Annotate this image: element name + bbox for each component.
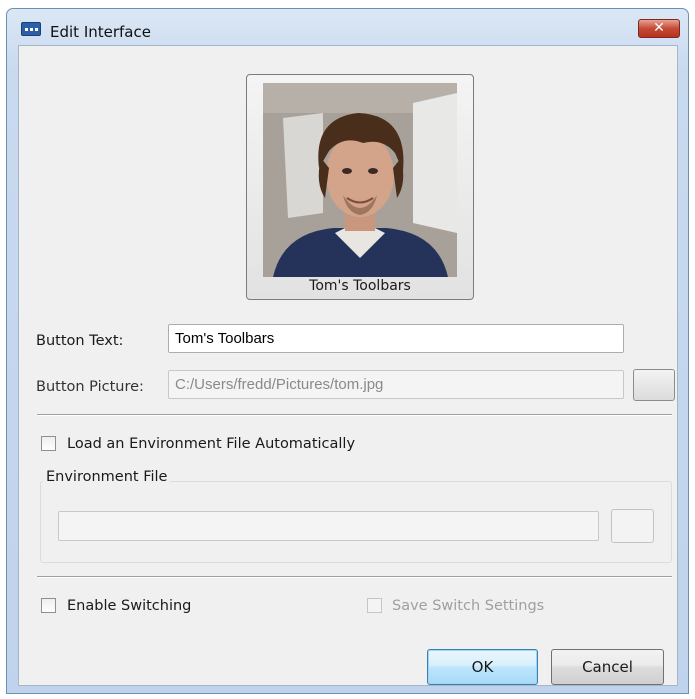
- face-button-label: Tom's Toolbars: [309, 278, 411, 294]
- button-text-label: Button Text:: [36, 333, 124, 349]
- button-picture-path-field: [168, 370, 624, 399]
- separator-bottom: [37, 576, 672, 578]
- load-env-checkbox[interactable]: [41, 436, 56, 451]
- environment-file-group-title: Environment File: [43, 469, 171, 485]
- separator-top: [37, 414, 672, 416]
- save-switch-settings-label: Save Switch Settings: [392, 598, 545, 614]
- save-switch-settings-checkbox: [367, 598, 382, 613]
- window-title: Edit Interface: [50, 23, 151, 41]
- cancel-button[interactable]: Cancel: [551, 649, 664, 685]
- face-button[interactable]: Tom's Toolbars: [246, 74, 474, 300]
- dialog-window: Edit Interface ✕ Tom's Toolbars Button T…: [6, 8, 689, 694]
- ok-button[interactable]: OK: [427, 649, 538, 685]
- close-icon: ✕: [653, 20, 665, 36]
- browse-environment-button: [611, 509, 654, 543]
- avatar-photo: [263, 83, 457, 277]
- title-bar[interactable]: Edit Interface ✕: [7, 9, 688, 41]
- close-button[interactable]: ✕: [638, 19, 680, 38]
- browse-picture-button[interactable]: [633, 369, 675, 401]
- app-icon: [21, 22, 41, 36]
- button-picture-label: Button Picture:: [36, 379, 144, 395]
- dialog-client: Tom's Toolbars Button Text: Button Pictu…: [18, 45, 678, 686]
- environment-file-path-field: [58, 511, 599, 541]
- enable-switching-checkbox[interactable]: [41, 598, 56, 613]
- button-text-input[interactable]: [168, 324, 624, 353]
- load-env-label[interactable]: Load an Environment File Automatically: [67, 436, 355, 452]
- enable-switching-label[interactable]: Enable Switching: [67, 598, 191, 614]
